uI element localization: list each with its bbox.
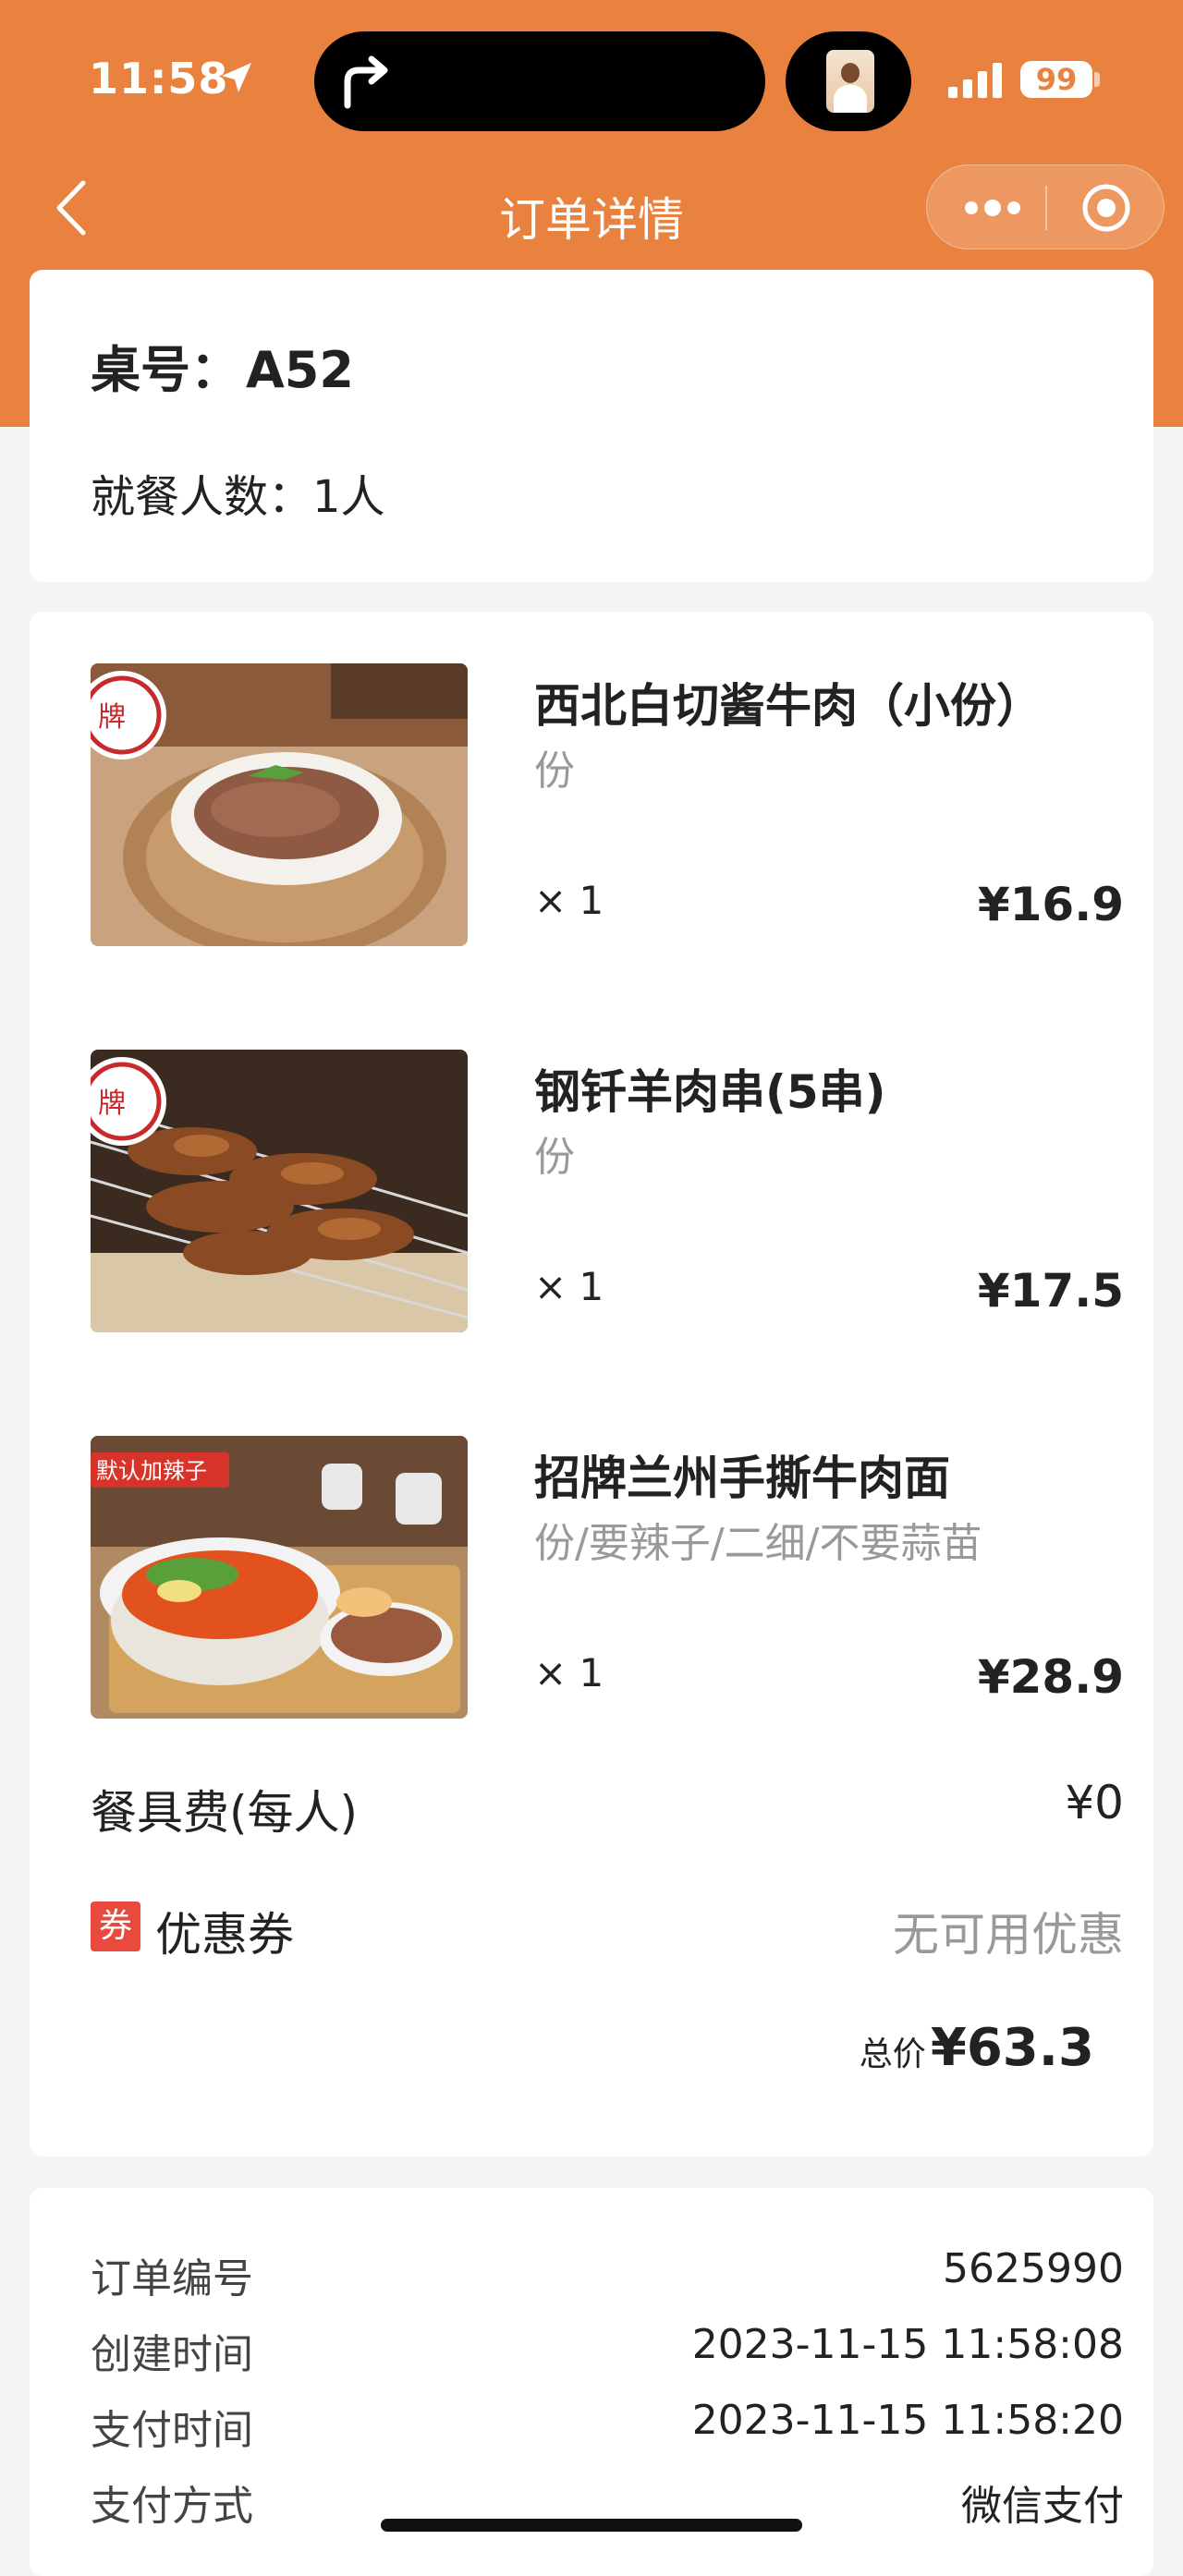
list-item[interactable]: 牌 西北白切酱牛肉（小份） 份 × 1 ¥16.9 <box>91 663 1124 946</box>
order-info-card: 订单编号 5625990 创建时间 2023-11-15 11:58:08 支付… <box>30 2188 1153 2576</box>
item-spec: 份/要辣子/二细/不要蒜苗 <box>534 1520 982 1567</box>
record-icon[interactable] <box>1080 182 1132 234</box>
item-spec: 份 <box>534 1134 575 1181</box>
coupon-label: 优惠券 <box>155 1908 294 1962</box>
total-value: ¥63.3 <box>930 2018 1094 2078</box>
table-info-card: 桌号： A52 就餐人数：1人 <box>30 270 1153 582</box>
item-quantity: × 1 <box>534 1264 604 1309</box>
guest-count: 就餐人数：1人 <box>91 471 385 523</box>
coupon-icon: 券 <box>91 1902 140 1951</box>
nav-bar: 订单详情 <box>0 157 1183 259</box>
order-id-value: 5625990 <box>943 2245 1124 2292</box>
svg-text:牌: 牌 <box>98 1088 126 1120</box>
order-id-label: 订单编号 <box>91 2255 253 2303</box>
capsule-divider <box>1045 186 1047 230</box>
home-indicator[interactable] <box>381 2519 802 2532</box>
item-name: 西北白切酱牛肉（小份） <box>534 679 1043 733</box>
battery-tip <box>1094 72 1100 87</box>
battery-icon: 99 <box>1020 61 1092 98</box>
paid-time-value: 2023-11-15 11:58:20 <box>691 2397 1124 2444</box>
tableware-fee-value: ¥0 <box>1065 1776 1124 1829</box>
total-row: 总价 ¥63.3 <box>860 2018 1094 2092</box>
item-quantity: × 1 <box>534 1650 604 1695</box>
order-id-row: 订单编号 5625990 <box>91 2245 1124 2310</box>
item-price: ¥17.5 <box>977 1264 1124 1318</box>
dynamic-island[interactable] <box>314 31 765 131</box>
avatar <box>826 50 874 113</box>
item-name: 钢钎羊肉串(5串) <box>534 1065 886 1119</box>
tableware-fee-row: 餐具费(每人) ¥0 <box>91 1776 1124 1841</box>
created-time-row: 创建时间 2023-11-15 11:58:08 <box>91 2321 1124 2386</box>
live-activity-avatar[interactable] <box>786 31 911 131</box>
created-time-label: 创建时间 <box>91 2331 253 2378</box>
miniprogram-capsule <box>926 164 1165 249</box>
list-item[interactable]: 默认加辣子 招牌兰州手撕牛肉面 份/要辣子/二细/不要蒜苗 × 1 ¥28.9 <box>91 1436 1124 1719</box>
table-number: 桌号： A52 <box>91 329 354 402</box>
paid-time-row: 支付时间 2023-11-15 11:58:20 <box>91 2397 1124 2461</box>
coupon-status: 无可用优惠 <box>893 1908 1124 1962</box>
item-image-beef-noodles: 默认加辣子 <box>91 1436 468 1719</box>
order-items-card: 牌 西北白切酱牛肉（小份） 份 × 1 ¥16.9 牌 钢钎羊肉串(5串) 份 … <box>30 612 1153 2157</box>
status-bar: 11:58 99 <box>0 0 1183 157</box>
created-time-value: 2023-11-15 11:58:08 <box>691 2321 1124 2368</box>
table-number-value: A52 <box>246 341 354 399</box>
total-label: 总价 <box>859 2035 926 2073</box>
table-number-label: 桌号： <box>91 341 240 399</box>
status-time: 11:58 <box>89 54 229 103</box>
turn-arrow-icon <box>344 55 388 109</box>
tableware-fee-label: 餐具费(每人) <box>91 1786 359 1840</box>
item-price: ¥16.9 <box>977 878 1124 931</box>
coupon-row[interactable]: 券 优惠券 无可用优惠 <box>91 1898 1124 1962</box>
signal-icon <box>948 63 1002 98</box>
item-spec: 份 <box>534 747 575 795</box>
item-name: 招牌兰州手撕牛肉面 <box>534 1452 950 1505</box>
item-tag: 默认加辣子 <box>96 1458 207 1484</box>
list-item[interactable]: 牌 钢钎羊肉串(5串) 份 × 1 ¥17.5 <box>91 1050 1124 1332</box>
payment-method-value: 微信支付 <box>961 2483 1124 2530</box>
payment-method-label: 支付方式 <box>91 2483 253 2530</box>
item-image-lamb-skewers: 牌 <box>91 1050 468 1332</box>
paid-time-label: 支付时间 <box>91 2407 253 2454</box>
location-arrow-icon <box>222 63 251 92</box>
item-image-beef: 牌 <box>91 663 468 946</box>
more-icon[interactable] <box>960 188 1025 228</box>
item-quantity: × 1 <box>534 878 604 923</box>
item-price: ¥28.9 <box>977 1650 1124 1704</box>
svg-text:牌: 牌 <box>98 701 126 734</box>
